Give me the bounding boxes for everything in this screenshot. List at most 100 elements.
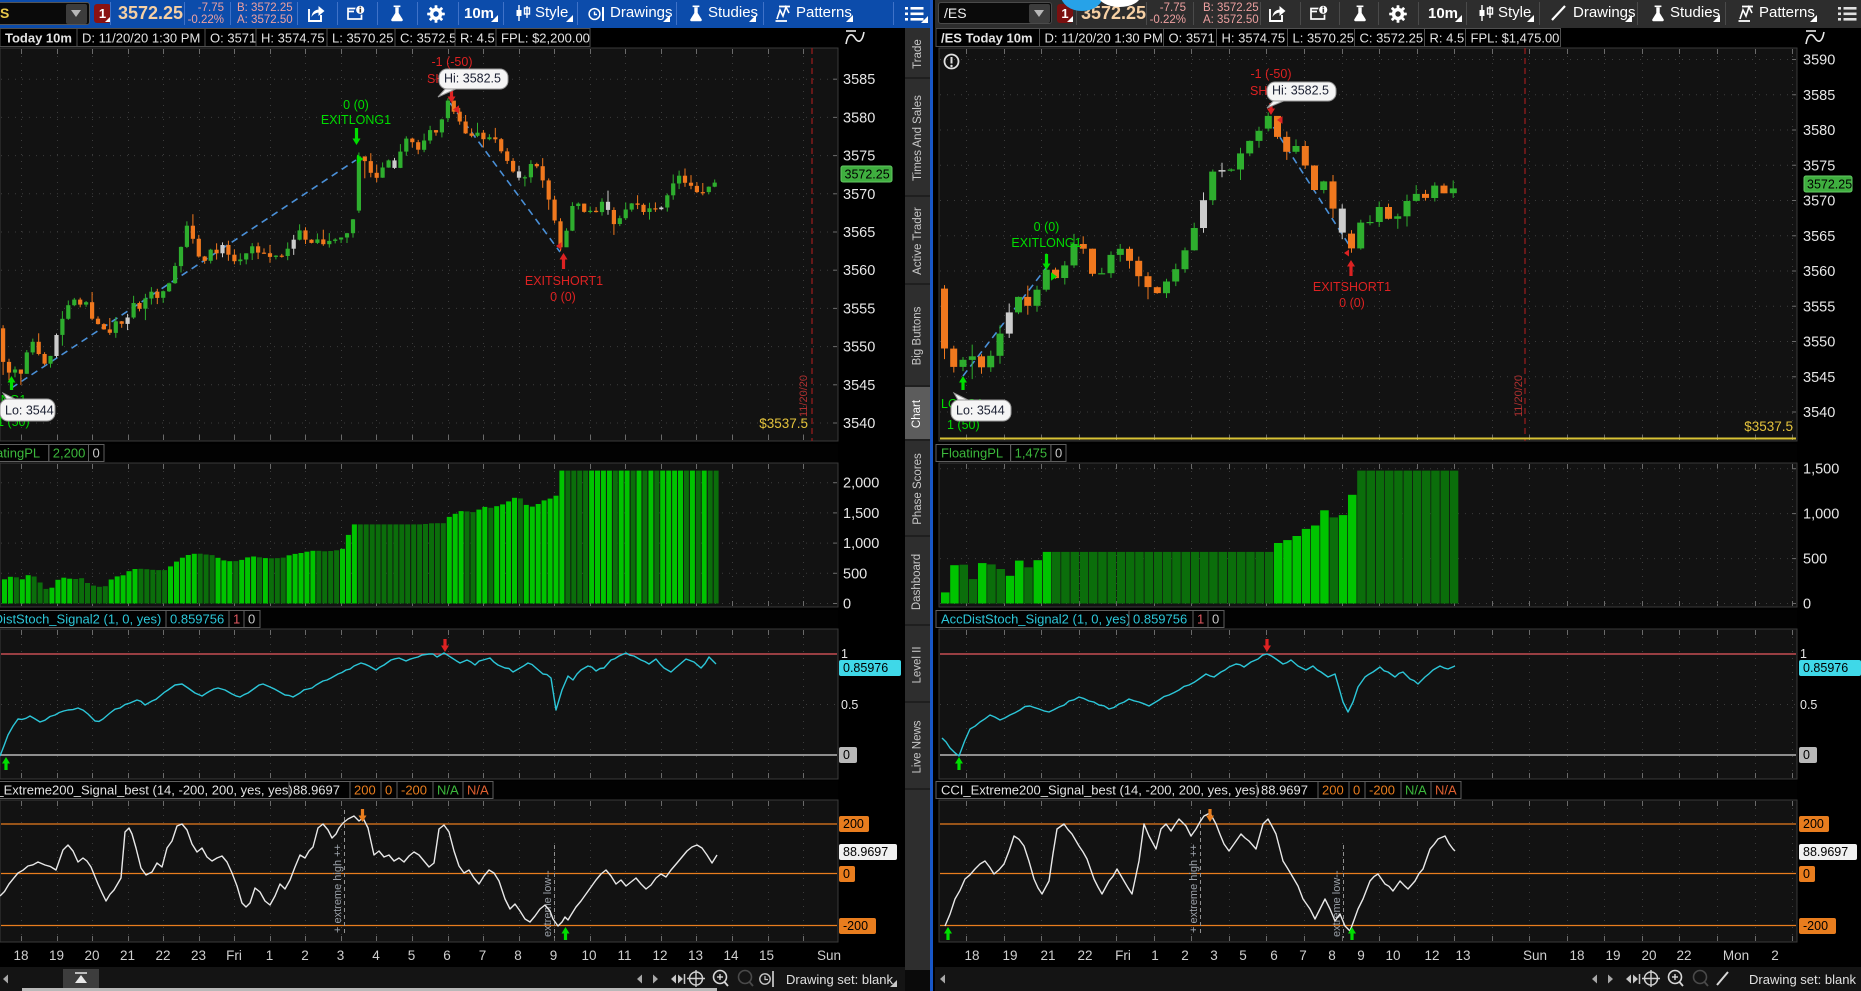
svg-text:1: 1: [1800, 647, 1807, 661]
svg-text:3565: 3565: [843, 225, 875, 241]
svg-text:-200: -200: [401, 783, 427, 798]
svg-text:3585: 3585: [1803, 88, 1835, 104]
svg-text:2: 2: [1181, 948, 1189, 963]
svg-text:0 (0): 0 (0): [343, 98, 369, 112]
svg-text:11/20/20: 11/20/20: [1513, 375, 1525, 417]
svg-text:0: 0: [248, 612, 255, 627]
svg-text:CCI_Extreme200_Signal_best (14: CCI_Extreme200_Signal_best (14, -200, 20…: [0, 783, 293, 798]
svg-text:C: 3572.5: C: 3572.5: [400, 31, 456, 46]
svg-text:Drawing set: blank: Drawing set: blank: [786, 972, 893, 987]
svg-text:Mon: Mon: [1723, 948, 1749, 963]
svg-text:+ extreme high ++: + extreme high ++: [332, 844, 344, 933]
svg-text:1: 1: [1151, 948, 1159, 963]
svg-text:AccDistStoch_Signal2 (1, 0, ye: AccDistStoch_Signal2 (1, 0, yes): [941, 612, 1130, 627]
svg-text:3565: 3565: [1803, 229, 1835, 245]
svg-text:0 (0): 0 (0): [1034, 220, 1060, 234]
svg-text:1: 1: [841, 647, 848, 661]
svg-text:0.859756: 0.859756: [170, 612, 224, 627]
svg-text:3540: 3540: [843, 416, 875, 432]
svg-text:-200: -200: [843, 919, 868, 933]
svg-text:18: 18: [1569, 948, 1584, 963]
svg-text:O: 3571: O: 3571: [210, 31, 256, 46]
svg-text:3580: 3580: [1803, 123, 1835, 139]
svg-text:R: 4.5: R: 4.5: [460, 31, 495, 46]
svg-text:0: 0: [1803, 867, 1810, 881]
svg-text:5: 5: [408, 948, 416, 963]
svg-text:88.9697: 88.9697: [293, 783, 340, 798]
svg-text:0.5: 0.5: [1800, 698, 1817, 712]
svg-text:13: 13: [688, 948, 703, 963]
svg-text:O: 3571: O: 3571: [1169, 31, 1215, 46]
svg-text:Lo: 3544: Lo: 3544: [956, 404, 1005, 418]
svg-text:H: 3574.75: H: 3574.75: [1222, 31, 1286, 46]
svg-text:EXITSHORT1: EXITSHORT1: [1313, 280, 1391, 294]
svg-text:7: 7: [479, 948, 487, 963]
svg-text:2: 2: [301, 948, 309, 963]
svg-text:2,000: 2,000: [843, 476, 879, 492]
svg-text:3580: 3580: [843, 110, 875, 126]
svg-text:0: 0: [843, 867, 850, 881]
svg-text:Sun: Sun: [1523, 948, 1547, 963]
svg-text:FloatingPL: FloatingPL: [941, 446, 1003, 461]
svg-text:200: 200: [1322, 783, 1344, 798]
svg-text:88.9697: 88.9697: [1803, 845, 1848, 859]
svg-text:1: 1: [266, 948, 274, 963]
svg-text:12: 12: [652, 948, 667, 963]
svg-text:22: 22: [1077, 948, 1092, 963]
svg-text:88.9697: 88.9697: [843, 845, 888, 859]
svg-text:6: 6: [443, 948, 451, 963]
svg-text:-1 (-50): -1 (-50): [1251, 67, 1292, 81]
svg-text:21: 21: [1040, 948, 1055, 963]
svg-text:3570: 3570: [843, 187, 875, 203]
svg-text:N/A: N/A: [467, 783, 489, 798]
svg-text:-200: -200: [1803, 919, 1828, 933]
svg-text:3570: 3570: [1803, 194, 1835, 210]
svg-text:0: 0: [843, 748, 850, 762]
svg-text:22: 22: [155, 948, 170, 963]
svg-text:1: 1: [1197, 612, 1204, 627]
svg-text:Hi: 3582.5: Hi: 3582.5: [444, 72, 501, 86]
svg-text:H: 3574.75: H: 3574.75: [261, 31, 325, 46]
svg-text:C: 3572.25: C: 3572.25: [1360, 31, 1424, 46]
svg-text:18: 18: [13, 948, 28, 963]
svg-text:20: 20: [84, 948, 99, 963]
svg-text:8: 8: [1328, 948, 1336, 963]
svg-text:0 (0): 0 (0): [1339, 296, 1365, 310]
svg-text:3572.25: 3572.25: [1807, 178, 1852, 192]
svg-text:L: 3570.25: L: 3570.25: [332, 31, 393, 46]
svg-text:AccDistStoch_Signal2 (1, 0, ye: AccDistStoch_Signal2 (1, 0, yes): [0, 612, 161, 627]
svg-text:1,500: 1,500: [843, 506, 879, 522]
svg-text:0.85976: 0.85976: [1803, 661, 1848, 675]
svg-text:3585: 3585: [843, 72, 875, 88]
svg-text:R: 4.5: R: 4.5: [1430, 31, 1465, 46]
svg-text:13: 13: [1455, 948, 1470, 963]
svg-text:$3537.5: $3537.5: [1744, 419, 1793, 434]
svg-text:0: 0: [843, 597, 851, 613]
svg-text:EXITSHORT1: EXITSHORT1: [525, 274, 603, 288]
svg-text:6: 6: [1270, 948, 1278, 963]
svg-text:Today 10m: Today 10m: [5, 31, 72, 46]
svg-text:19: 19: [49, 948, 64, 963]
svg-text:200: 200: [1803, 817, 1824, 831]
svg-text:CCI_Extreme200_Signal_best (14: CCI_Extreme200_Signal_best (14, -200, 20…: [941, 783, 1260, 798]
svg-text:3540: 3540: [1803, 405, 1835, 421]
svg-text:-1 (-50): -1 (-50): [432, 55, 473, 69]
svg-text:3555: 3555: [1803, 299, 1835, 315]
svg-text:0: 0: [1055, 446, 1062, 461]
svg-text:14: 14: [723, 948, 739, 963]
svg-text:88.9697: 88.9697: [1261, 783, 1308, 798]
svg-text:-200: -200: [1369, 783, 1395, 798]
svg-text:3545: 3545: [843, 378, 875, 394]
svg-text:2: 2: [1771, 948, 1779, 963]
svg-text:0: 0: [1803, 748, 1810, 762]
svg-text:1,475: 1,475: [1015, 446, 1048, 461]
svg-text:0 (0): 0 (0): [550, 290, 576, 304]
svg-text:1: 1: [233, 612, 240, 627]
svg-text:N/A: N/A: [1435, 783, 1457, 798]
svg-text:3550: 3550: [843, 340, 875, 356]
svg-text:7: 7: [1299, 948, 1307, 963]
svg-text:EXITLONG1: EXITLONG1: [321, 113, 391, 127]
svg-text:3590: 3590: [1803, 53, 1835, 69]
svg-text:FloatingPL: FloatingPL: [0, 446, 40, 461]
svg-text:Fri: Fri: [1115, 948, 1131, 963]
